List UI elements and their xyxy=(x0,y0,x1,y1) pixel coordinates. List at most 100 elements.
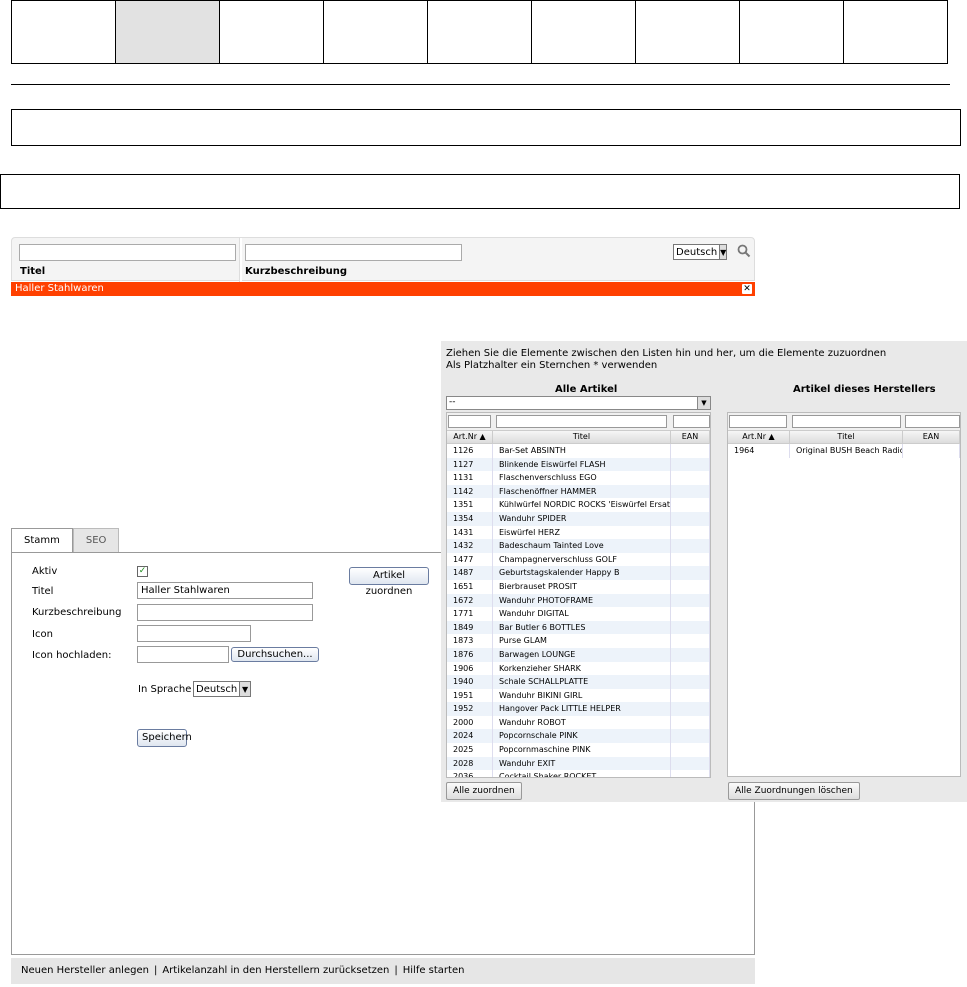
art-nr-cell: 1873 xyxy=(447,634,493,648)
column-divider xyxy=(239,238,242,282)
top-nav-item[interactable] xyxy=(220,1,324,63)
list-item[interactable]: 1906 Korkenzieher SHARK xyxy=(447,661,710,676)
title-filter-input[interactable] xyxy=(496,415,667,428)
top-nav xyxy=(11,0,948,64)
footer-separator: | xyxy=(153,965,158,976)
search-icon[interactable] xyxy=(737,244,751,258)
list-item[interactable]: 1964 Original BUSH Beach Radio xyxy=(728,444,960,458)
art-nr-filter-input[interactable] xyxy=(448,415,491,428)
editor-language-select[interactable]: Deutsch ▼ xyxy=(193,681,251,697)
list-item[interactable]: 1651 Bierbrauset PROSIT xyxy=(447,579,710,594)
reset-article-count-link[interactable]: Artikelanzahl in den Herstellern zurücks… xyxy=(162,965,389,976)
selected-row-title: Haller Stahlwaren xyxy=(15,283,104,294)
list-item[interactable]: 1940 Schale SCHALLPLATTE xyxy=(447,675,710,689)
art-nr-cell: 2000 xyxy=(447,715,493,730)
column-header-short-description[interactable]: Kurzbeschreibung xyxy=(245,266,347,277)
art-nr-cell: 1127 xyxy=(447,457,493,472)
art-nr-cell: 1849 xyxy=(447,620,493,635)
top-nav-item[interactable] xyxy=(428,1,532,63)
top-nav-item[interactable] xyxy=(532,1,636,63)
column-header-ean[interactable]: EAN xyxy=(903,431,960,443)
title-filter-input[interactable] xyxy=(792,415,901,428)
delete-icon[interactable]: ✕ xyxy=(742,284,752,294)
list-item[interactable]: 2036 Cocktail Shaker ROCKET xyxy=(447,770,710,777)
list-item[interactable]: 1127 Blinkende Eiswürfel FLASH xyxy=(447,457,710,472)
list-item[interactable]: 1477 Champagnerverschluss GOLF xyxy=(447,552,710,567)
chevron-down-icon[interactable]: ▼ xyxy=(719,245,727,259)
top-nav-item[interactable] xyxy=(844,1,947,63)
column-header-title[interactable]: Titel xyxy=(790,431,903,443)
ean-cell xyxy=(671,539,710,553)
top-nav-item[interactable] xyxy=(740,1,844,63)
ean-filter-input[interactable] xyxy=(905,415,960,428)
icon-input[interactable] xyxy=(137,625,251,642)
save-button[interactable]: Speichern xyxy=(137,729,192,747)
top-nav-item-active[interactable] xyxy=(116,1,220,63)
clear-assignments-button[interactable]: Alle Zuordnungen löschen xyxy=(728,782,860,800)
list-language-select[interactable]: Deutsch ▼ xyxy=(673,244,727,260)
column-header-art-nr[interactable]: Art.Nr ▲ xyxy=(447,431,493,443)
title-cell: Wanduhr EXIT xyxy=(493,756,671,771)
list-item[interactable]: 1952 Hangover Pack LITTLE HELPER xyxy=(447,702,710,716)
assign-articles-button[interactable]: Artikel zuordnen xyxy=(349,567,429,597)
all-articles-title: Alle Artikel xyxy=(555,384,618,395)
list-item[interactable]: 1432 Badeschaum Tainted Love xyxy=(447,539,710,553)
title-cell: Wanduhr ROBOT xyxy=(493,715,671,730)
new-manufacturer-link[interactable]: Neuen Hersteller anlegen xyxy=(21,965,149,976)
art-nr-filter-input[interactable] xyxy=(729,415,787,428)
list-item[interactable]: 1142 Flaschenöffner HAMMER xyxy=(447,484,710,499)
title-cell: Flaschenöffner HAMMER xyxy=(493,484,671,499)
title-input[interactable] xyxy=(137,582,313,599)
assign-all-button[interactable]: Alle zuordnen xyxy=(446,782,522,800)
short-description-input[interactable] xyxy=(137,604,313,621)
ean-cell xyxy=(671,688,710,703)
active-checkbox[interactable]: ✓ xyxy=(137,566,148,577)
title-cell: Popcornschale PINK xyxy=(493,729,671,744)
list-item[interactable]: 2024 Popcornschale PINK xyxy=(447,729,710,744)
list-item[interactable]: 2000 Wanduhr ROBOT xyxy=(447,715,710,730)
list-item[interactable]: 1351 Kühlwürfel NORDIC ROCKS 'Eiswürfel E… xyxy=(447,498,710,512)
tab-seo[interactable]: SEO xyxy=(72,528,120,553)
art-nr-cell: 1952 xyxy=(447,702,493,716)
list-filter-bar: Titel Kurzbeschreibung Deutsch ▼ xyxy=(11,237,755,282)
list-item[interactable]: 1126 Bar-Set ABSINTH xyxy=(447,444,710,458)
tab-stamm[interactable]: Stamm xyxy=(11,528,73,553)
title-filter-input[interactable] xyxy=(19,244,236,261)
category-select[interactable]: -- ▼ xyxy=(446,396,711,410)
short-description-filter-input[interactable] xyxy=(245,244,462,261)
title-cell: Korkenzieher SHARK xyxy=(493,661,671,676)
list-item[interactable]: 1873 Purse GLAM xyxy=(447,634,710,648)
ean-cell xyxy=(671,661,710,676)
icon-upload-input[interactable] xyxy=(137,646,229,663)
list-item[interactable]: 1131 Flaschenverschluss EGO xyxy=(447,471,710,485)
ean-cell xyxy=(671,675,710,689)
top-nav-item[interactable] xyxy=(636,1,740,63)
chevron-down-icon[interactable]: ▼ xyxy=(697,397,710,409)
top-nav-item[interactable] xyxy=(324,1,428,63)
art-nr-cell: 1142 xyxy=(447,484,493,499)
help-link[interactable]: Hilfe starten xyxy=(403,965,465,976)
top-nav-item[interactable] xyxy=(12,1,116,63)
browse-button[interactable]: Durchsuchen... xyxy=(231,647,319,662)
chevron-down-icon[interactable]: ▼ xyxy=(239,682,250,696)
list-item[interactable]: 1849 Bar Butler 6 BOTTLES xyxy=(447,620,710,635)
list-item[interactable]: 2028 Wanduhr EXIT xyxy=(447,756,710,771)
list-item[interactable]: 1354 Wanduhr SPIDER xyxy=(447,511,710,526)
list-item[interactable]: 1431 Eiswürfel HERZ xyxy=(447,525,710,540)
ean-filter-input[interactable] xyxy=(673,415,710,428)
column-header-ean[interactable]: EAN xyxy=(671,431,710,443)
selected-list-row[interactable]: Haller Stahlwaren ✕ xyxy=(11,282,755,296)
ean-cell xyxy=(671,647,710,662)
list-item[interactable]: 1487 Geburtstagskalender Happy B xyxy=(447,566,710,580)
art-nr-cell: 2036 xyxy=(447,770,493,777)
column-header-title[interactable]: Titel xyxy=(493,431,671,443)
column-header-title[interactable]: Titel xyxy=(20,266,45,277)
list-item[interactable]: 1876 Barwagen LOUNGE xyxy=(447,647,710,662)
all-articles-list: Art.Nr ▲ Titel EAN 1126 Bar-Set ABSINTH 11… xyxy=(446,412,711,778)
art-nr-cell: 2025 xyxy=(447,743,493,757)
column-header-art-nr[interactable]: Art.Nr ▲ xyxy=(728,431,790,443)
list-item[interactable]: 2025 Popcornmaschine PINK xyxy=(447,743,710,757)
list-item[interactable]: 1672 Wanduhr PHOTOFRAME xyxy=(447,593,710,608)
list-item[interactable]: 1951 Wanduhr BIKINI GIRL xyxy=(447,688,710,703)
list-item[interactable]: 1771 Wanduhr DIGITAL xyxy=(447,607,710,621)
